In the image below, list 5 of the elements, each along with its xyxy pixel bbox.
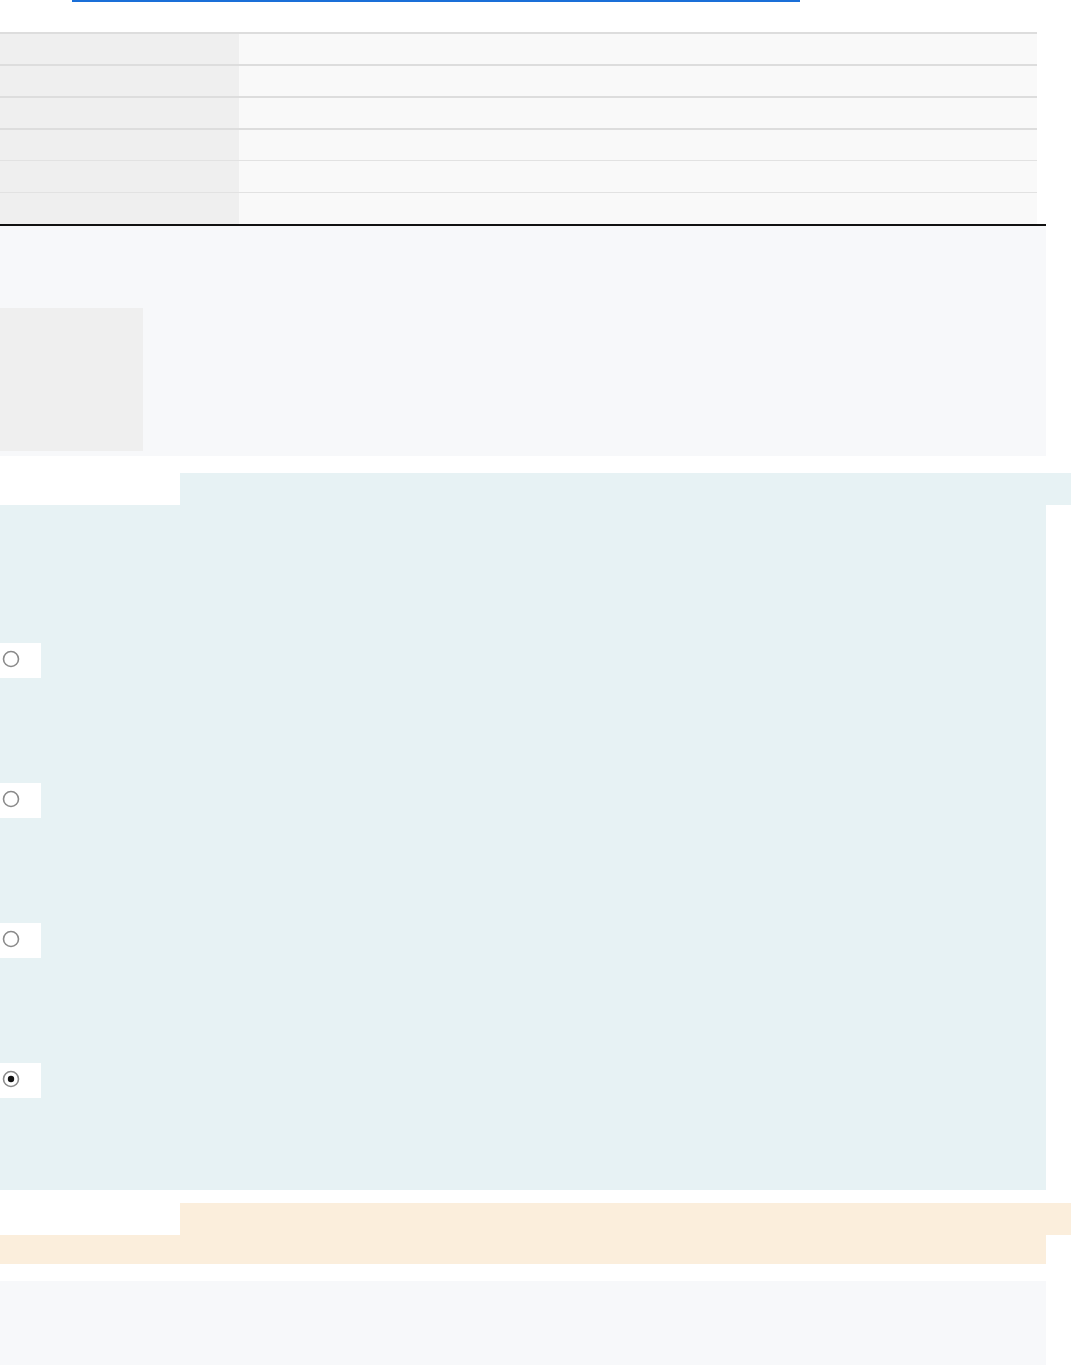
radio-button[interactable] bbox=[2, 1070, 20, 1088]
radio-button[interactable] bbox=[2, 790, 20, 808]
answer-option[interactable] bbox=[0, 1063, 41, 1098]
radio-button[interactable] bbox=[2, 650, 20, 668]
radio-button[interactable] bbox=[2, 930, 20, 948]
